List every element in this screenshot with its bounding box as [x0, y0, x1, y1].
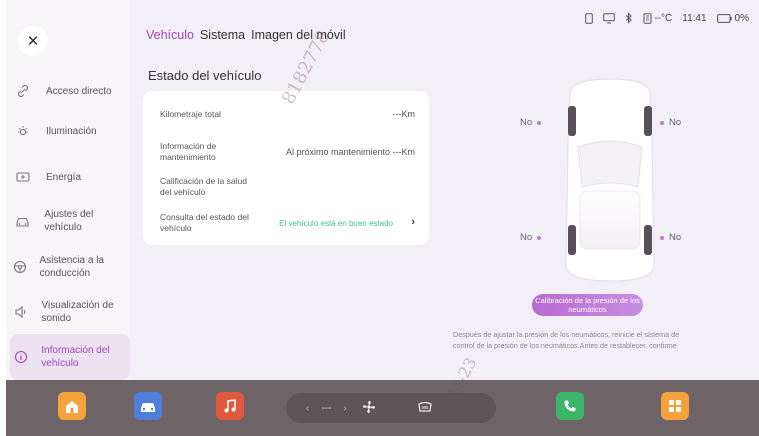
close-button[interactable]: ✕ [18, 26, 48, 56]
thermometer-icon [643, 12, 652, 24]
clock: 11:41 [682, 12, 707, 24]
tire-status: No [520, 117, 533, 128]
section-title: Estado del vehículo [148, 68, 262, 83]
car-top-view [554, 75, 666, 285]
tab-vehiculo[interactable]: Vehículo [146, 28, 194, 42]
tab-imagen-del-movil[interactable]: Imagen del móvil [251, 28, 346, 42]
tire-front-right: No [660, 117, 681, 128]
battery-status-icon [716, 13, 732, 23]
sidebar-item-label: Información del vehículo [41, 345, 110, 369]
battery-icon [10, 171, 36, 183]
battery-indicator: 0% [716, 12, 749, 24]
chevron-right-icon: › [411, 216, 415, 228]
tire-front-left: No [520, 117, 542, 128]
row-label: Información de mantenimiento [160, 141, 217, 162]
tab-sistema[interactable]: Sistema [200, 28, 245, 42]
phone-icon [585, 12, 594, 24]
dock-phone-button[interactable] [556, 392, 584, 420]
home-icon [66, 400, 78, 413]
temperature-indicator: --°C [643, 13, 672, 24]
sidebar-item-label: Energía [46, 171, 82, 183]
tire-status: No [669, 232, 682, 243]
rear-defrost-icon[interactable] [417, 401, 433, 416]
climate-decrease[interactable]: ‹ [306, 403, 309, 414]
sidebar-item-label: Asistencia a la conducción [39, 255, 104, 279]
climate-increase[interactable]: › [343, 403, 346, 414]
sidebar-item-label: Iluminación [46, 125, 97, 137]
phone-call-icon [564, 400, 576, 412]
vehicle-status-card: Kilometraje total ---Km Información de m… [143, 91, 429, 245]
tire-calibration-button[interactable]: Calibración de la presión de los neumáti… [532, 294, 643, 316]
row-label: Kilometraje total [160, 109, 221, 119]
dock-home-button[interactable] [58, 392, 86, 420]
row-label: Consulta del estado del vehículo [160, 212, 249, 233]
link-icon [10, 84, 36, 98]
bluetooth-icon [625, 12, 633, 24]
climate-control: ‹ --- › [286, 393, 496, 423]
sidebar-item-informacion-del-vehiculo[interactable]: Información del vehículo [10, 334, 130, 380]
info-icon [10, 350, 31, 364]
dock-vehicle-button[interactable] [134, 392, 162, 420]
tire-rear-left: No [520, 232, 542, 243]
sidebar-item-label: Visualización de sonido [41, 300, 114, 324]
sidebar: ✕ Acceso directo Iluminación Energía Aju [6, 0, 130, 380]
note-line: control de la presión de los neumáticos.… [453, 341, 677, 350]
sidebar-item-ajustes-del-vehiculo[interactable]: Ajustes del vehículo [10, 198, 128, 244]
music-icon [224, 398, 236, 412]
fan-icon[interactable] [361, 399, 377, 418]
temperature-value: --°C [654, 12, 673, 24]
tire-status: No [520, 232, 533, 243]
status-bar: --°C 11:41 0% [585, 12, 749, 24]
steering-wheel-icon [10, 260, 30, 274]
row-value: El vehículo está en buen estado [279, 219, 393, 228]
dock-apps-button[interactable] [661, 392, 689, 420]
battery-percent: 0% [734, 12, 749, 24]
calibration-note: Después de ajustar la presión de los neu… [453, 329, 759, 351]
tab-bar: Vehículo Sistema Imagen del móvil [146, 28, 346, 42]
sun-icon [10, 124, 36, 138]
dock: ‹ --- › [6, 380, 759, 436]
sidebar-item-label: Acceso directo [46, 85, 112, 97]
car-settings-icon [10, 215, 34, 228]
sidebar-item-visualizacion-de-sonido[interactable]: Visualización de sonido [10, 289, 128, 335]
close-icon: ✕ [26, 33, 40, 50]
tire-rear-right: No [660, 232, 681, 243]
car-app-icon [141, 402, 155, 412]
sidebar-item-label: Ajustes del vehículo [44, 209, 94, 233]
row-value: ---Km [392, 109, 416, 119]
sidebar-item-asistencia[interactable]: Asistencia a la conducción [10, 244, 128, 290]
apps-grid-icon [669, 400, 681, 412]
row-label: Calificación de la salud del vehículo [160, 176, 247, 197]
screen-mirror-icon [603, 12, 616, 24]
sidebar-item-iluminacion[interactable]: Iluminación [10, 108, 128, 154]
speaker-icon [10, 305, 32, 319]
dock-music-button[interactable] [216, 392, 244, 420]
tire-status: No [669, 117, 682, 128]
screen: ✕ Acceso directo Iluminación Energía Aju [6, 0, 759, 436]
note-line: Después de ajustar la presión de los neu… [453, 330, 680, 339]
climate-value: --- [321, 402, 332, 414]
sidebar-item-energia[interactable]: Energía [10, 154, 128, 200]
row-value: Al próximo mantenimiento ---Km [285, 147, 415, 157]
car-icon [565, 78, 655, 282]
